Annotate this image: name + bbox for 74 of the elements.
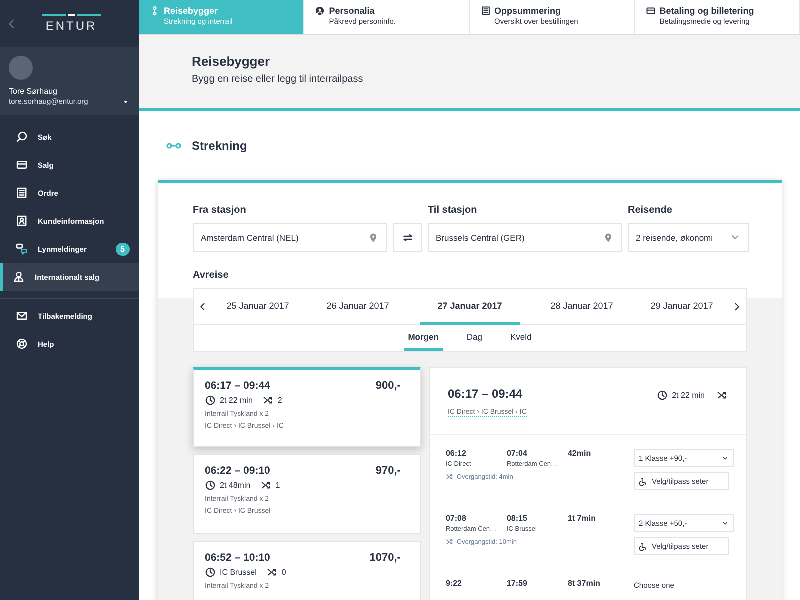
change-count: 2 [278,396,282,405]
travelers-dropdown[interactable]: 2 reisende, økonomi [628,223,749,252]
leg-duration: 42min [568,449,592,458]
shuffle-icon [266,567,278,578]
people-icon [13,271,25,283]
list-icon [16,187,28,199]
arrival-time: 07:04 [506,449,528,458]
period-tab[interactable]: Dag [462,325,487,351]
chevron-down-icon [722,520,729,526]
page-subtitle: Bygg en reise eller legg til interrailpass [192,74,364,85]
arrival-time: 08:15 [506,514,528,523]
map-pin-icon [603,232,614,243]
card-icon [16,159,28,171]
date-tab[interactable]: 28 Januar 2017 [532,288,632,324]
page-title: Reisebygger [192,54,272,69]
lifebuoy-icon [16,338,28,350]
shuffle-icon [260,480,272,491]
chat-bubbles-icon [16,243,28,255]
count-badge: 5 [116,242,130,256]
departure-time: 07:08 [446,514,468,523]
period-tab[interactable]: Morgen [404,325,443,351]
field-label: Avreise [193,270,230,283]
avatar [9,56,33,80]
journey-time: 06:52 – 10:10 [205,552,270,564]
journey-time: 06:22 – 09:10 [205,465,270,477]
departure-time: 9:22 [446,579,463,588]
period-tab[interactable]: Kveld [506,325,536,351]
date-tab[interactable]: 29 Januar 2017 [632,288,732,324]
journey-time: 06:17 – 09:44 [448,387,524,401]
journey-price: 1070,- [370,552,401,564]
leg-duration: 1t 7min [568,514,597,523]
section-title: Strekning [192,138,248,152]
leg-duration: 8t 37min [568,579,602,588]
journey-duration: 2t 48min [220,481,251,490]
date-tab[interactable]: 27 Januar 2017 [420,288,520,324]
contact-card-icon [16,215,28,227]
search-icon [16,131,28,143]
clock-icon [205,480,216,491]
change-count: 0 [282,568,286,577]
clock-icon [657,390,668,400]
field-label: Reisende [628,205,674,218]
journey-time: 06:17 – 09:44 [205,380,270,392]
card-icon [646,6,656,16]
list-icon [480,6,490,16]
map-pin-icon [368,232,379,243]
clock-icon [205,567,216,578]
swap-arrows-icon [402,232,414,244]
station-field[interactable]: Amsterdam Central (NEL) [193,223,387,252]
change-count: 1 [276,481,280,490]
journey-duration: 2t 22 min [220,396,253,405]
shuffle-icon [717,390,728,400]
date-tab[interactable]: 25 Januar 2017 [208,288,308,324]
journey-price: 970,- [376,465,401,477]
wheelchair-icon [639,476,648,486]
chevron-down-icon [722,454,729,462]
clock-icon [205,395,216,406]
journey-duration: 2t 22 min [672,390,705,400]
person-icon [315,6,326,16]
journey-price: 900,- [376,380,401,392]
field-label: Fra stasjon [193,205,248,218]
shuffle-icon [446,473,454,481]
date-tab[interactable]: 26 Januar 2017 [308,288,408,324]
mail-icon [16,310,28,322]
swap-button[interactable] [393,223,422,252]
arrival-time: 17:59 [506,579,528,588]
station-field[interactable]: Brussels Central (GER) [428,223,622,252]
shuffle-icon [262,395,274,406]
user-name: Tore Sørhaug [9,87,58,96]
logo: ENTUR [42,14,101,33]
wheelchair-icon [639,542,648,550]
departure-time: 06:12 [446,449,468,458]
field-label: Til stasjon [428,205,478,218]
journey-duration: IC Brussel [220,568,257,577]
shuffle-icon [446,538,454,546]
